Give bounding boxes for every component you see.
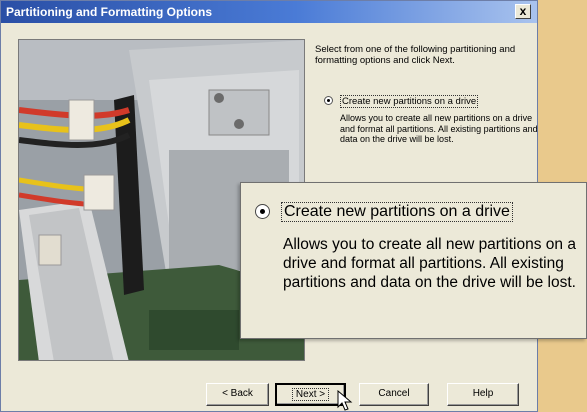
help-button[interactable]: Help xyxy=(447,383,519,406)
close-button[interactable]: x xyxy=(515,4,531,19)
title-bar[interactable]: Partitioning and Formatting Options x xyxy=(1,1,537,23)
mouse-pointer-icon xyxy=(337,390,353,411)
zoom-option-description: Allows you to create all new partitions … xyxy=(283,236,576,291)
zoom-option-label[interactable]: Create new partitions on a drive xyxy=(281,202,513,222)
next-button[interactable]: Next > xyxy=(275,383,346,406)
option-label[interactable]: Create new partitions on a drive xyxy=(340,95,479,108)
zoom-option-radio[interactable] xyxy=(255,204,270,219)
back-button[interactable]: < Back xyxy=(206,383,269,406)
window-title: Partitioning and Formatting Options xyxy=(6,5,212,19)
instructions-text: Select from one of the following partiti… xyxy=(315,44,516,66)
option-description: Allows you to create all new partitions … xyxy=(340,113,538,144)
zoomed-option-callout: Create new partitions on a drive Allows … xyxy=(240,182,587,339)
option-radio[interactable] xyxy=(324,96,333,105)
cancel-button[interactable]: Cancel xyxy=(359,383,429,406)
next-button-label: Next > xyxy=(291,388,330,401)
